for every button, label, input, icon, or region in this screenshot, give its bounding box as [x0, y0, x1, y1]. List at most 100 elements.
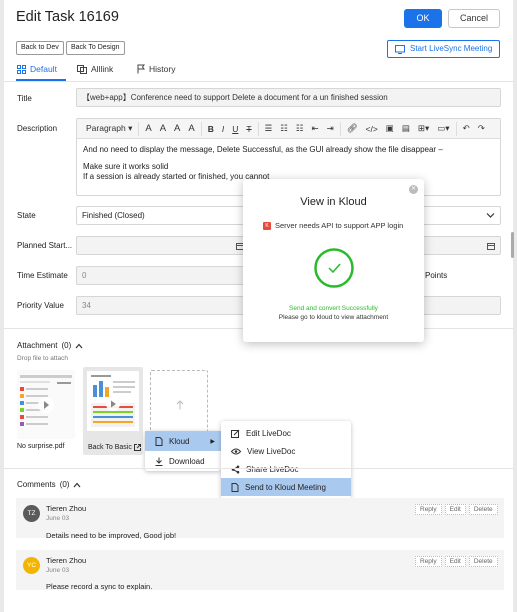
- toolbar-divider: [257, 121, 259, 136]
- planned-start-input[interactable]: [76, 236, 248, 255]
- time-estimate-label: Time Estimate: [17, 271, 68, 280]
- media-icon[interactable]: ▤: [398, 123, 414, 134]
- download-label: Download: [169, 456, 205, 466]
- close-icon[interactable]: ✕: [409, 185, 418, 194]
- chevron-right-icon: ▶: [210, 438, 215, 445]
- font-size-2-button[interactable]: A: [156, 123, 170, 134]
- send-to-kloud-meeting-menu-item[interactable]: Send to Kloud Meeting: [221, 478, 351, 496]
- planned-end-input[interactable]: [414, 236, 501, 255]
- attachment-thumbnail[interactable]: Back To Basic: [83, 367, 143, 455]
- attachment-header[interactable]: Attachment (0): [17, 341, 83, 350]
- redo-icon[interactable]: ↷: [474, 123, 489, 134]
- attachment-name: No surprise.pdf: [17, 443, 65, 450]
- back-to-dev-button[interactable]: Back to Dev: [16, 41, 64, 55]
- section-divider: [4, 468, 513, 469]
- planned-start-label: Planned Start...: [17, 241, 73, 250]
- document-preview-image: [87, 371, 139, 431]
- chevron-up-icon: [75, 343, 83, 348]
- external-link-icon[interactable]: [134, 444, 141, 451]
- editor-toolbar: Paragraph ▾ A A A A B I U T ☰ ☷ ☷ ⇤ ⇥ 🔗︎…: [77, 119, 500, 139]
- delete-button[interactable]: Delete: [468, 504, 498, 515]
- italic-button[interactable]: I: [218, 124, 228, 134]
- edit-livedoc-menu-item[interactable]: Edit LiveDoc: [221, 424, 351, 442]
- cancel-button[interactable]: Cancel: [448, 9, 500, 28]
- paragraph-select-label: Paragraph: [86, 123, 126, 133]
- upload-dropzone[interactable]: [150, 370, 208, 439]
- tab-history-label: History: [149, 64, 176, 74]
- font-size-3-button[interactable]: A: [170, 123, 184, 134]
- tabs-divider: [4, 81, 513, 82]
- state-value: Finished (Closed): [82, 211, 145, 220]
- ok-button[interactable]: OK: [404, 9, 442, 28]
- kloud-submenu: Edit LiveDoc View LiveDoc Share LiveDoc …: [221, 421, 351, 499]
- comment-author: Tieren Zhou: [46, 504, 87, 513]
- table-icon[interactable]: ⊞▾: [414, 123, 433, 134]
- reply-button[interactable]: Reply: [415, 504, 442, 515]
- attachment-title: Attachment: [17, 341, 58, 350]
- doc-icon: [231, 482, 239, 492]
- edit-button[interactable]: Edit: [444, 556, 466, 567]
- bullet-list-icon[interactable]: ☷: [276, 123, 292, 134]
- back-to-design-button[interactable]: Back To Design: [66, 41, 125, 55]
- indent-icon[interactable]: ⇥: [323, 123, 338, 134]
- font-size-1-button[interactable]: A: [141, 123, 155, 134]
- title-input[interactable]: 【web+app】Conference need to support Dele…: [76, 88, 501, 107]
- font-size-4-button[interactable]: A: [184, 123, 198, 134]
- comment-text: Please record a sync to explain.: [46, 582, 153, 591]
- upload-arrow-icon: [176, 400, 184, 410]
- time-estimate-input[interactable]: 0: [76, 266, 248, 285]
- toolbar-divider: [138, 121, 140, 136]
- points-label: Points: [425, 271, 448, 280]
- modal-notice-text: Server needs API to support APP login: [275, 221, 404, 230]
- flag-icon: [137, 64, 145, 74]
- tab-alllink-label: Alllink: [91, 64, 114, 74]
- priority-label: Priority Value: [17, 301, 64, 310]
- comment-actions: Reply Edit Delete: [415, 556, 498, 567]
- tab-default[interactable]: Default: [17, 64, 57, 74]
- tab-history[interactable]: History: [137, 64, 175, 74]
- attachment-context-menu: Kloud ▶ Download: [145, 431, 221, 471]
- scrollbar-thumb[interactable]: [511, 232, 514, 258]
- bold-button[interactable]: B: [204, 124, 218, 134]
- comment-author: Tieren Zhou: [46, 556, 87, 565]
- title-label: Title: [17, 94, 32, 103]
- comment-date: June 03: [46, 515, 70, 522]
- underline-button[interactable]: U: [228, 124, 242, 134]
- attachment-count: (0): [61, 341, 72, 350]
- start-livesync-button[interactable]: Start LiveSync Meeting: [387, 40, 500, 58]
- doc-icon: [155, 436, 163, 446]
- livesync-icon: [395, 44, 405, 54]
- strikethrough-button[interactable]: T: [242, 124, 255, 134]
- comments-header[interactable]: Comments (0): [17, 480, 81, 489]
- code-icon[interactable]: </>: [362, 124, 382, 134]
- view-in-kloud-modal: ✕ View in Kloud K Server needs API to su…: [243, 179, 424, 342]
- description-line: And no need to display the message, Dele…: [83, 145, 443, 154]
- align-left-icon[interactable]: ☰: [261, 123, 277, 134]
- start-livesync-label: Start LiveSync Meeting: [410, 44, 493, 53]
- comments-count: (0): [59, 480, 70, 489]
- toolbar-divider: [339, 121, 341, 136]
- comment-text: Details need to be improved, Good job!: [46, 531, 177, 540]
- state-label: State: [17, 211, 36, 220]
- delete-button[interactable]: Delete: [468, 556, 498, 567]
- attachment-thumbnail[interactable]: [17, 370, 75, 439]
- dialog-title: Edit Task 16169: [16, 9, 119, 25]
- outdent-icon[interactable]: ⇤: [307, 123, 322, 134]
- edit-button[interactable]: Edit: [444, 504, 466, 515]
- kloud-menu-item[interactable]: Kloud ▶: [145, 431, 221, 451]
- modal-hint-text: Please go to kloud to view attachment: [278, 314, 389, 321]
- description-content[interactable]: And no need to display the message, Dele…: [83, 145, 443, 183]
- tab-alllink[interactable]: Alllink: [77, 64, 113, 74]
- share-livedoc-menu-item[interactable]: Share LiveDoc: [221, 460, 351, 478]
- link-icon[interactable]: 🔗︎: [343, 123, 362, 134]
- toolbar-divider: [455, 121, 457, 136]
- reply-button[interactable]: Reply: [415, 556, 442, 567]
- numbered-list-icon[interactable]: ☷: [292, 123, 308, 134]
- image-icon[interactable]: ▣: [382, 123, 398, 134]
- edit-livedoc-label: Edit LiveDoc: [246, 428, 291, 438]
- embed-icon[interactable]: ▭▾: [433, 123, 453, 134]
- undo-icon[interactable]: ↶: [459, 123, 474, 134]
- avatar: YC: [23, 557, 40, 574]
- view-livedoc-menu-item[interactable]: View LiveDoc: [221, 442, 351, 460]
- paragraph-select[interactable]: Paragraph ▾: [82, 123, 136, 134]
